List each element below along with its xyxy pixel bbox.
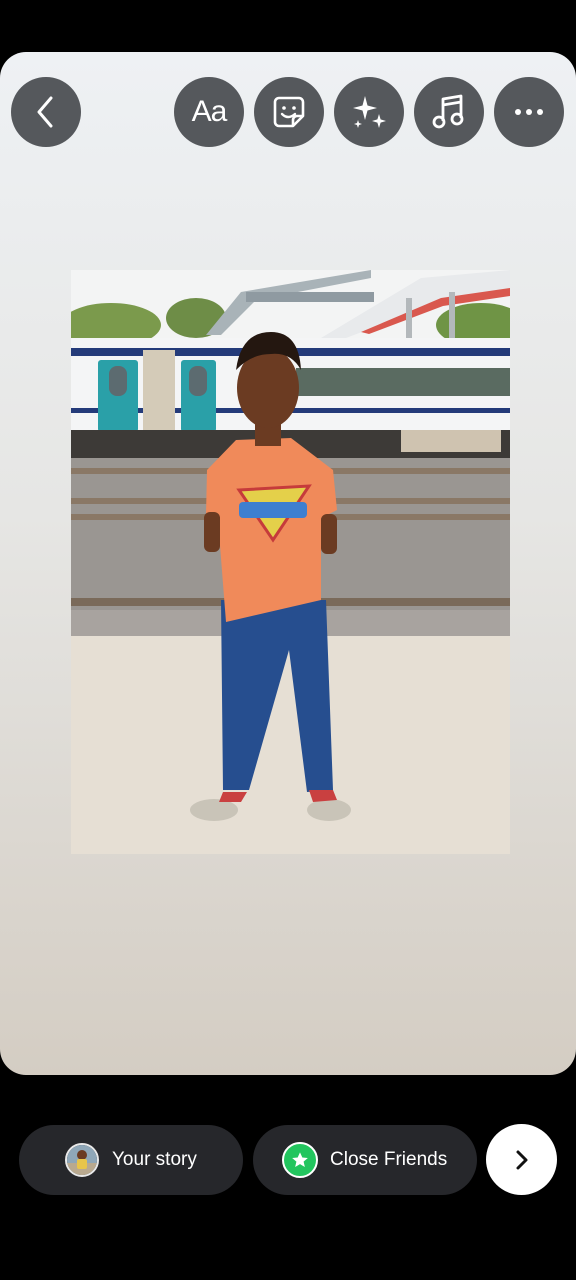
- photo-image: [71, 270, 510, 854]
- close-friends-button[interactable]: Close Friends: [253, 1125, 477, 1195]
- star-icon: [282, 1142, 318, 1178]
- avatar: [65, 1143, 99, 1177]
- close-friends-label: Close Friends: [330, 1149, 448, 1170]
- your-story-label: Your story: [112, 1149, 197, 1170]
- text-tool-label: Aa: [191, 95, 228, 128]
- effects-button[interactable]: [334, 77, 404, 147]
- next-button[interactable]: [486, 1124, 557, 1195]
- music-note-icon: [432, 94, 464, 129]
- sticker-icon: [273, 96, 305, 128]
- chevron-right-icon: [516, 1150, 527, 1169]
- more-options-button[interactable]: [494, 77, 564, 147]
- sparkles-icon: [353, 96, 386, 128]
- back-button[interactable]: [11, 77, 81, 147]
- text-tool-button[interactable]: Aa: [174, 77, 244, 147]
- more-horizontal-icon: [515, 109, 543, 115]
- sticker-button[interactable]: [254, 77, 324, 147]
- your-story-button[interactable]: Your story: [19, 1125, 243, 1195]
- music-button[interactable]: [414, 77, 484, 147]
- story-photo[interactable]: [71, 270, 510, 854]
- chevron-left-icon: [37, 96, 53, 128]
